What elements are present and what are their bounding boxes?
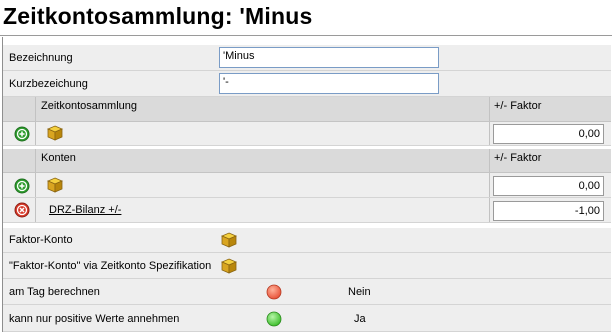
- kurzbezeichung-label: Kurzbezeichung: [9, 78, 88, 90]
- am-tag-berechnen-value: Nein: [348, 286, 371, 298]
- konto-link[interactable]: DRZ-Bilanz +/-: [49, 204, 121, 216]
- page-title: Zeitkontosammlung: 'Minus: [3, 3, 313, 29]
- faktor-konto-label: Faktor-Konto: [9, 234, 73, 246]
- box-icon[interactable]: [47, 125, 63, 141]
- kurzbezeichung-input[interactable]: '-: [219, 73, 439, 94]
- zeitkonto-table-header: Zeitkontosammlung +/- Faktor: [3, 97, 611, 122]
- bezeichnung-input[interactable]: 'Minus: [219, 47, 439, 68]
- box-icon[interactable]: [221, 232, 237, 248]
- zeitkonto-factor-input[interactable]: 0,00: [493, 124, 604, 144]
- konten-header-name: Konten: [41, 152, 76, 164]
- faktor-konto-row: Faktor-Konto: [3, 228, 611, 253]
- am-tag-berechnen-row: am Tag berechnen Nein: [3, 279, 611, 305]
- box-icon[interactable]: [221, 258, 237, 274]
- green-status-dot-icon[interactable]: [266, 311, 282, 327]
- konten-table-header: Konten +/- Faktor: [3, 149, 611, 173]
- title-bar: Zeitkontosammlung: 'Minus: [0, 0, 612, 36]
- nur-positive-label: kann nur positive Werte annehmen: [9, 313, 180, 325]
- konten-factor-input[interactable]: 0,00: [493, 176, 604, 196]
- zeitkonto-header-name: Zeitkontosammlung: [41, 100, 137, 112]
- bezeichnung-row: Bezeichnung 'Minus: [3, 45, 611, 71]
- konten-new-row: 0,00: [3, 173, 611, 198]
- kurzbezeichung-row: Kurzbezeichung '-: [3, 71, 611, 97]
- konten-header-factor: +/- Faktor: [494, 152, 542, 164]
- table-row: DRZ-Bilanz +/- -1,00: [3, 198, 611, 223]
- box-icon[interactable]: [47, 177, 63, 193]
- delete-circle-icon[interactable]: [14, 202, 30, 218]
- am-tag-berechnen-label: am Tag berechnen: [9, 286, 100, 298]
- nur-positive-row: kann nur positive Werte annehmen Ja: [3, 305, 611, 332]
- add-circle-icon[interactable]: [14, 126, 30, 142]
- nur-positive-value: Ja: [354, 313, 366, 325]
- konto-factor-input[interactable]: -1,00: [493, 201, 604, 221]
- add-circle-icon[interactable]: [14, 178, 30, 194]
- faktor-konto-spez-row: "Faktor-Konto" via Zeitkonto Spezifikati…: [3, 253, 611, 279]
- form-panel: Bezeichnung 'Minus Kurzbezeichung '- Zei…: [2, 37, 612, 332]
- zeitkonto-new-row: 0,00: [3, 122, 611, 146]
- faktor-konto-spez-label: "Faktor-Konto" via Zeitkonto Spezifikati…: [9, 260, 212, 272]
- zeitkonto-header-factor: +/- Faktor: [494, 100, 542, 112]
- bezeichnung-label: Bezeichnung: [9, 52, 73, 64]
- red-status-dot-icon[interactable]: [266, 284, 282, 300]
